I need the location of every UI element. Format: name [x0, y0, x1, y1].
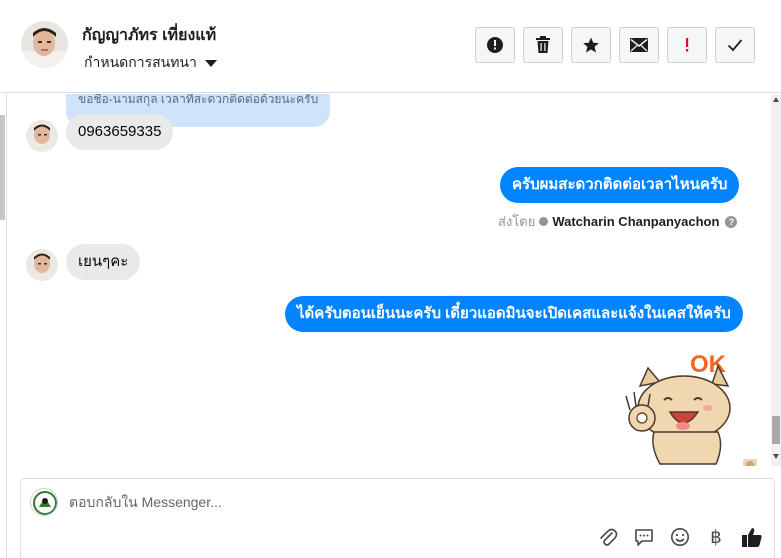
- trash-icon: [536, 36, 550, 53]
- messages-scrollbar[interactable]: [771, 94, 781, 466]
- incoming-message-bubble: เยนๆคะ: [66, 244, 141, 280]
- scroll-down-arrow-icon[interactable]: [773, 454, 779, 459]
- customer-avatar[interactable]: [26, 120, 58, 152]
- star-icon: [583, 37, 599, 53]
- help-icon[interactable]: ?: [725, 215, 738, 228]
- baht-icon: ฿: [710, 526, 722, 547]
- chevron-down-icon: [204, 59, 217, 67]
- assign-label: กำหนดการสนทนา: [84, 54, 197, 70]
- message-text: ครับผมสะดวกติดต่อเวลาไหนครับ: [512, 176, 728, 193]
- left-scrollbar[interactable]: [0, 100, 5, 220]
- customer-avatar[interactable]: [26, 249, 58, 281]
- emoji-button[interactable]: [668, 525, 692, 549]
- contact-name[interactable]: กัญญาภัทร เที่ยงแท้: [82, 23, 216, 48]
- paperclip-icon: [600, 528, 618, 546]
- scroll-up-arrow-icon[interactable]: [773, 97, 779, 102]
- header-actions: [475, 27, 755, 63]
- speech-bubble-icon: [635, 529, 653, 546]
- report-spam-button[interactable]: [475, 27, 515, 63]
- agent-name: Watcharin Chanpanyachon: [552, 214, 720, 229]
- ok-cat-sticker[interactable]: OK: [620, 346, 740, 466]
- red-flag-icon: [686, 38, 689, 52]
- attach-file-button[interactable]: [596, 525, 620, 549]
- reply-input[interactable]: [69, 491, 759, 513]
- page-avatar: [30, 488, 58, 516]
- composer-toolbar: ฿: [596, 525, 764, 549]
- contact-avatar[interactable]: [21, 21, 68, 68]
- message-text: เยนๆคะ: [78, 253, 129, 270]
- outgoing-message-bubble: ครับผมสะดวกติดต่อเวลาไหนครับ: [500, 167, 740, 203]
- incoming-message-bubble: 0963659335: [66, 114, 174, 150]
- smiley-icon: [671, 528, 689, 546]
- assign-conversation-dropdown[interactable]: กำหนดการสนทนา: [84, 52, 217, 74]
- payment-button[interactable]: ฿: [704, 525, 728, 549]
- delete-button[interactable]: [523, 27, 563, 63]
- checkmark-icon: [727, 39, 743, 52]
- envelope-icon: [630, 38, 648, 52]
- exclamation-circle-icon: [487, 37, 503, 53]
- partial-message-text: ขอชื่อ-นามสกุล เวลาที่สะดวกติดต่อด้วยนะค…: [78, 94, 319, 106]
- send-like-button[interactable]: [740, 525, 764, 549]
- seen-indicator-avatar: [743, 456, 757, 466]
- star-button[interactable]: [571, 27, 611, 63]
- follow-up-button[interactable]: [667, 27, 707, 63]
- saved-replies-button[interactable]: [632, 525, 656, 549]
- mark-unread-button[interactable]: [619, 27, 659, 63]
- sent-by-info: ส่งโดย Watcharin Chanpanyachon ?: [498, 211, 738, 232]
- messages-scrollbar-thumb[interactable]: [772, 416, 780, 444]
- thumbs-up-icon: [742, 528, 762, 547]
- message-text: ได้ครับตอนเย็นนะครับ เดี๋ยวแอดมินจะเปิดเ…: [297, 305, 731, 322]
- message-text: 0963659335: [78, 123, 162, 140]
- reply-composer: ฿: [20, 478, 775, 558]
- sent-by-prefix: ส่งโดย: [498, 214, 536, 229]
- outgoing-message-bubble: ได้ครับตอนเย็นนะครับ เดี๋ยวแอดมินจะเปิดเ…: [285, 296, 743, 332]
- mark-done-button[interactable]: [715, 27, 755, 63]
- verified-icon: [539, 217, 549, 226]
- conversation-header: กัญญาภัทร เที่ยงแท้ กำหนดการสนทนา: [0, 0, 781, 93]
